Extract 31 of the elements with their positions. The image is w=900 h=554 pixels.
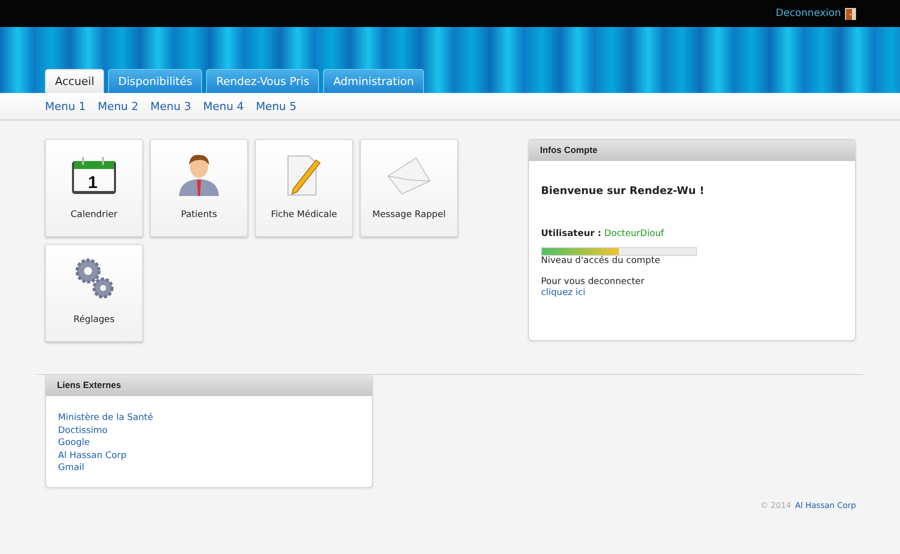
external-link[interactable]: Ministère de la Santé [58,412,154,424]
pencil-document-icon [285,154,323,196]
footer-link[interactable]: Al Hassan Corp [795,501,856,510]
logout-hint: Pour vous deconnecter [541,277,644,287]
door-icon [845,8,856,20]
panel-title: Infos Compte [529,140,855,161]
envelope-icon [386,156,432,196]
access-level-caption: Niveau d'accés du compte [541,256,660,266]
submenu-link[interactable]: Menu 1 [45,100,86,112]
submenu-link[interactable]: Menu 4 [203,100,244,112]
external-link[interactable]: Doctissimo [58,424,108,437]
external-link[interactable]: Google [58,437,90,450]
external-link[interactable]: Gmail [58,462,84,474]
submenu-link[interactable]: Menu 5 [256,100,297,112]
shortcut-tile[interactable]: Réglages [45,244,143,342]
user-name: DocteurDiouf [604,229,664,239]
copyright-text: © 2014 [760,501,792,510]
shortcut-tile[interactable]: Fiche Médicale [255,139,353,237]
nav-tab[interactable]: Accueil [45,69,104,93]
shortcut-tile[interactable]: Message Rappel [360,139,458,237]
user-label: Utilisateur : [541,229,602,239]
logout-here-link[interactable]: cliquez ici [541,287,586,300]
shortcut-tile[interactable]: 1 Calendrier [45,139,143,237]
submenu-link[interactable]: Menu 2 [98,100,138,112]
panel-title: Liens Externes [46,375,372,396]
person-icon [178,152,220,196]
welcome-heading: Bienvenue sur Rendez-Wu ! [541,185,704,197]
logout-link[interactable]: Deconnexion [776,8,841,19]
submenu-link[interactable]: Menu 3 [150,100,192,112]
external-link[interactable]: Al Hassan Corp [58,450,126,462]
shortcut-tile[interactable]: Patients [150,139,248,237]
